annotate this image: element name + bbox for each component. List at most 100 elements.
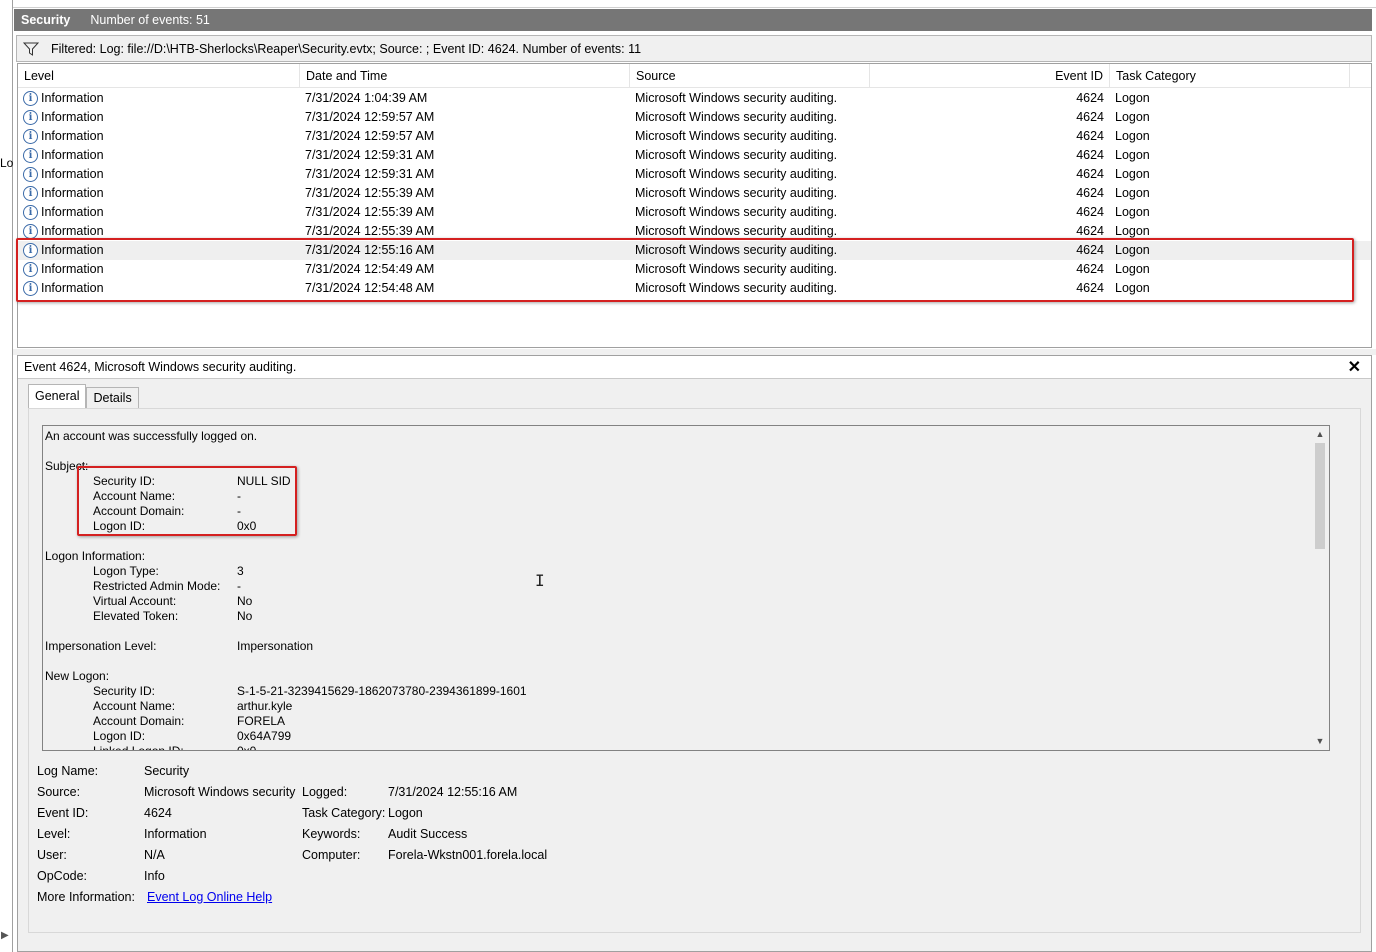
subject-field-value: - xyxy=(237,489,241,503)
left-pane-cut-text: Lo xyxy=(0,156,14,170)
close-icon[interactable]: ✕ xyxy=(1348,357,1361,377)
subject-field-key: Logon ID: xyxy=(93,519,146,533)
event-detail-pane: Event 4624, Microsoft Windows security a… xyxy=(17,355,1372,952)
col-header-task-category[interactable]: Task Category xyxy=(1110,64,1350,88)
new-logon-field-value: 0x0 xyxy=(237,744,256,750)
row-event-id: 4624 xyxy=(1076,91,1104,105)
row-date: 7/31/2024 12:55:39 AM xyxy=(305,205,435,219)
row-source: Microsoft Windows security auditing. xyxy=(635,91,838,105)
row-category: Logon xyxy=(1115,167,1150,181)
col-header-date[interactable]: Date and Time xyxy=(300,64,630,88)
row-category: Logon xyxy=(1115,186,1150,200)
row-level-text: Information xyxy=(41,148,104,162)
row-source: Microsoft Windows security auditing. xyxy=(635,186,838,200)
row-level: i Information xyxy=(23,146,104,165)
prop-source-label: Source: xyxy=(37,785,81,799)
prop-task-category-value: Logon xyxy=(388,806,423,820)
row-level: i Information xyxy=(23,184,104,203)
row-date: 7/31/2024 12:55:39 AM xyxy=(305,186,435,200)
grid-rows: i Information 7/31/2024 1:04:39 AM Microsof… xyxy=(18,89,1371,298)
desc-intro: An account was successfully logged on. xyxy=(45,429,258,443)
row-event-id: 4624 xyxy=(1076,129,1104,143)
row-date: 7/31/2024 1:04:39 AM xyxy=(305,91,428,105)
subject-field-key: Account Domain: xyxy=(93,504,185,518)
row-event-id: 4624 xyxy=(1076,224,1104,238)
filter-funnel-icon xyxy=(23,42,39,56)
desc-new-logon-heading: New Logon: xyxy=(45,669,110,683)
row-level-text: Information xyxy=(41,243,104,257)
prop-opcode-label: OpCode: xyxy=(37,869,88,883)
event-description-text: An account was successfully logged on. S… xyxy=(43,426,1311,750)
scroll-up-icon[interactable]: ▲ xyxy=(1311,426,1329,443)
scroll-down-icon[interactable]: ▼ xyxy=(1311,733,1329,750)
information-icon: i xyxy=(23,281,38,296)
prop-keywords-value: Audit Success xyxy=(388,827,468,841)
text-cursor-icon: I xyxy=(535,571,545,590)
table-row[interactable]: i Information 7/31/2024 12:59:31 AM Microso… xyxy=(18,146,1371,165)
filter-description: Filtered: Log: file://D:\HTB-Sherlocks\R… xyxy=(51,41,642,56)
information-icon: i xyxy=(23,224,38,239)
description-scrollbar[interactable]: ▲ ▼ xyxy=(1311,426,1329,750)
table-row[interactable]: i Information 7/31/2024 12:55:16 AM Microso… xyxy=(18,241,1371,260)
row-source: Microsoft Windows security auditing. xyxy=(635,110,838,124)
table-row[interactable]: i Information 7/31/2024 12:55:39 AM Microso… xyxy=(18,203,1371,222)
row-source: Microsoft Windows security auditing. xyxy=(635,167,838,181)
prop-level-label: Level: xyxy=(37,827,71,841)
logon-info-field-key: Virtual Account: xyxy=(93,594,177,608)
prop-log-name-value: Security xyxy=(144,764,190,778)
logon-info-field-value: 3 xyxy=(237,564,244,578)
row-date: 7/31/2024 12:54:49 AM xyxy=(305,262,435,276)
scroll-thumb[interactable] xyxy=(1315,443,1325,549)
row-event-id: 4624 xyxy=(1076,110,1104,124)
table-row[interactable]: i Information 7/31/2024 12:55:39 AM Microso… xyxy=(18,222,1371,241)
row-level: i Information xyxy=(23,127,104,146)
row-level: i Information xyxy=(23,89,104,108)
table-row[interactable]: i Information 7/31/2024 12:54:48 AM Microso… xyxy=(18,279,1371,298)
row-date: 7/31/2024 12:59:31 AM xyxy=(305,148,435,162)
subject-field-key: Security ID: xyxy=(93,474,156,488)
row-level-text: Information xyxy=(41,167,104,181)
desc-impersonation-value: Impersonation xyxy=(237,639,314,653)
col-header-level[interactable]: Level xyxy=(18,64,300,88)
information-icon: i xyxy=(23,129,38,144)
row-date: 7/31/2024 12:55:39 AM xyxy=(305,224,435,238)
table-row[interactable]: i Information 7/31/2024 12:59:57 AM Microso… xyxy=(18,127,1371,146)
prop-logged-label: Logged: xyxy=(302,785,348,799)
table-row[interactable]: i Information 7/31/2024 12:54:49 AM Microso… xyxy=(18,260,1371,279)
prop-level-value: Information xyxy=(144,827,207,841)
general-tab-panel: An account was successfully logged on. S… xyxy=(28,408,1361,933)
event-description-box[interactable]: An account was successfully logged on. S… xyxy=(42,425,1330,751)
row-category: Logon xyxy=(1115,224,1150,238)
row-source: Microsoft Windows security auditing. xyxy=(635,205,838,219)
tab-details[interactable]: Details xyxy=(86,387,139,408)
col-header-source[interactable]: Source xyxy=(630,64,870,88)
table-row[interactable]: i Information 7/31/2024 12:55:39 AM Microso… xyxy=(18,184,1371,203)
prop-logged-value: 7/31/2024 12:55:16 AM xyxy=(388,785,518,799)
left-pane-scroll-arrow-icon[interactable]: ▶ xyxy=(1,930,9,941)
table-row[interactable]: i Information 7/31/2024 12:59:57 AM Microso… xyxy=(18,108,1371,127)
row-date: 7/31/2024 12:59:31 AM xyxy=(305,167,435,181)
event-log-online-help-link[interactable]: Event Log Online Help xyxy=(147,890,272,904)
information-icon: i xyxy=(23,262,38,277)
row-level: i Information xyxy=(23,241,104,260)
row-date: 7/31/2024 12:54:48 AM xyxy=(305,281,435,295)
prop-computer-value: Forela-Wkstn001.forela.local xyxy=(388,848,548,862)
row-category: Logon xyxy=(1115,110,1150,124)
tab-general[interactable]: General xyxy=(28,384,87,408)
logon-info-field-value: No xyxy=(237,609,253,623)
table-row[interactable]: i Information 7/31/2024 12:59:31 AM Microso… xyxy=(18,165,1371,184)
new-logon-field-key: Account Name: xyxy=(93,699,176,713)
table-row[interactable]: i Information 7/31/2024 1:04:39 AM Microsof… xyxy=(18,89,1371,108)
row-category: Logon xyxy=(1115,243,1150,257)
row-category: Logon xyxy=(1115,205,1150,219)
prop-event-id-label: Event ID: xyxy=(37,806,89,820)
row-event-id: 4624 xyxy=(1076,148,1104,162)
information-icon: i xyxy=(23,167,38,182)
prop-opcode-value: Info xyxy=(144,869,165,883)
logon-info-field-key: Elevated Token: xyxy=(93,609,179,623)
prop-event-id-value: 4624 xyxy=(144,806,172,820)
information-icon: i xyxy=(23,91,38,106)
col-header-event-id[interactable]: Event ID xyxy=(870,64,1110,88)
logon-info-field-value: No xyxy=(237,594,253,608)
prop-user-value: N/A xyxy=(144,848,165,862)
